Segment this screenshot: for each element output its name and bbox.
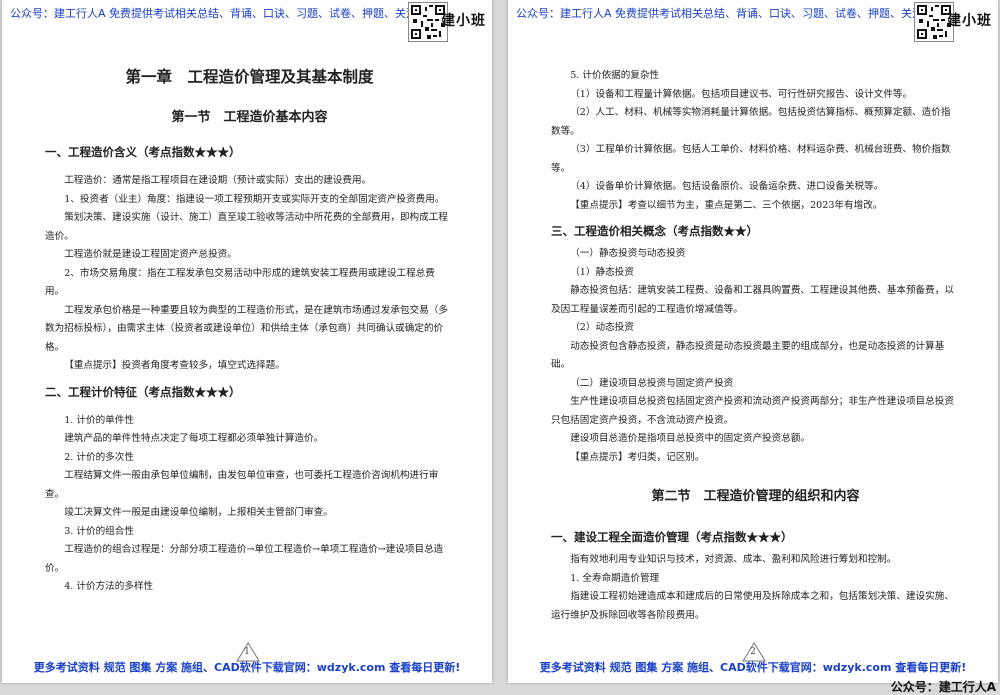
paragraph: 建筑产品的单件性特点决定了每项工程都必须单独计算造价。	[64, 433, 324, 444]
paragraph: 竣工决算文件一般是由建设单位编制，上报相关主管部门审查。	[64, 507, 333, 518]
key-tip: 【重点提示】考归类，记区别。	[570, 451, 705, 463]
heading-related-concepts: 三、工程造价相关概念（考点指数★★）	[551, 224, 758, 238]
list-item: 3. 计价的组合性	[64, 525, 134, 537]
list-item: 4. 计价方法的多样性	[64, 581, 154, 592]
page-footer-text: 更多考试资料 规范 图集 方案 施组、CAD软件下载官网：wdzyk.com 查…	[539, 661, 967, 674]
page-2-body: 5. 计价依据的复杂性 （1）设备和工程量计算依据。包括项目建议书、可行性研究报…	[551, 67, 960, 625]
list-item: 2. 计价的多次性	[64, 451, 134, 463]
heading-full-cost-management: 一、建设工程全面造价管理（考点指数★★★）	[551, 530, 793, 544]
corner-watermark: 公众号：建工行人A	[890, 680, 996, 694]
paragraph: 建设项目总造价是指项目总投资中的固定资产投资总额。	[570, 433, 811, 444]
chapter-title: 第一章 工程造价管理及其基本制度	[125, 67, 374, 86]
page-footer-text: 更多考试资料 规范 图集 方案 施组、CAD软件下载官网：wdzyk.com 查…	[33, 661, 461, 674]
paragraph: （1）设备和工程量计算依据。包括项目建议书、可行性研究报告、设计文件等。	[570, 88, 913, 100]
subheading: （二）建设项目总投资与固定资产投资	[570, 377, 734, 389]
page-1-body: 第一章 工程造价管理及其基本制度 第一节 工程造价基本内容 一、工程造价含义（考…	[45, 66, 454, 597]
paragraph: 工程造价的组合过程是：分部分项工程造价→单位工程造价→单项工程造价→建设项目总造…	[45, 544, 444, 574]
paragraph: 2、市场交易角度：指在工程发承包交易活动中形成的建筑安装工程费用或建设工程总费用…	[45, 267, 435, 298]
paragraph: 指建设工程初始建造成本和建成后的日常使用及拆除成本之和，包括策划决策、建设实施、…	[551, 591, 954, 621]
page-number: 2	[742, 642, 767, 662]
paragraph: （2）人工、材料、机械等实物消耗量计算依据。包括投资估算指标、概预算定额、造价指…	[551, 107, 951, 137]
page-number: 1	[236, 642, 261, 662]
page-header-text: 公众号：建工行人A 免费提供考试相关总结、背诵、口诀、习题、试卷、押题、关注即	[10, 7, 429, 20]
document-page-2: 公众号：建工行人A 免费提供考试相关总结、背诵、口诀、习题、试卷、押题、关注即 …	[508, 0, 998, 683]
paragraph: 策划决策、建设实施（设计、施工）直至竣工验收等活动中所花费的全部费用，即构成工程…	[45, 212, 448, 242]
key-tip: 【重点提示】投资者角度考查较多，填空式选择题。	[64, 360, 285, 371]
list-item: 1. 全寿命期造价管理	[570, 572, 660, 584]
paragraph: 工程造价就是建设工程固定资产总投资。	[64, 249, 237, 260]
paragraph: 动态投资包含静态投资，静态投资是动态投资最主要的组成部分，也是动态投资的计算基础…	[551, 340, 945, 371]
paragraph: （3）工程单价计算依据。包括人工单价、材料价格、材料运杂费、机械台班费、物价指数…	[551, 144, 951, 174]
paragraph: 工程发承包价格是一种重要且较为典型的工程造价形式，是在建筑市场通过发承包交易（多…	[45, 304, 448, 353]
paragraph: 生产性建设项目总投资包括固定资产投资和流动资产投资两部分；非生产性建设项目总投资…	[551, 396, 954, 426]
key-tip: 【重点提示】考查以细节为主，重点是第二、三个依据，2023年有增改。	[570, 199, 883, 211]
list-item: 5. 计价依据的复杂性	[570, 70, 660, 81]
brand-logo: 建小班	[441, 13, 486, 29]
subheading: （2）动态投资	[570, 322, 634, 333]
paragraph: 1、投资者（业主）角度：指建设一项工程预期开支或实际开支的全部固定资产投资费用。	[64, 193, 445, 205]
subheading: （一）静态投资与动态投资	[570, 248, 686, 259]
list-item: 1. 计价的单件性	[64, 414, 134, 426]
brand-logo: 建小班	[947, 13, 992, 29]
paragraph: 工程结算文件一般由承包单位编制，由发包单位审查，也可委托工程造价咨询机构进行审查…	[45, 470, 439, 500]
page-header-text: 公众号：建工行人A 免费提供考试相关总结、背诵、口诀、习题、试卷、押题、关注即	[516, 7, 935, 20]
subheading: （1）静态投资	[570, 266, 634, 278]
paragraph: 工程造价：通常是指工程项目在建设期（预计或实际）支出的建设费用。	[64, 175, 372, 186]
paragraph: 指有效地利用专业知识与技术，对资源、成本、盈利和风险进行筹划和控制。	[570, 554, 897, 565]
heading-cost-definition: 一、工程造价含义（考点指数★★★）	[45, 145, 241, 159]
paragraph: 静态投资包括：建筑安装工程费、设备和工器具购置费、工程建设其他费、基本预备费，以…	[551, 285, 954, 315]
heading-pricing-features: 二、工程计价特征（考点指数★★★）	[45, 384, 241, 399]
document-page-1: 公众号：建工行人A 免费提供考试相关总结、背诵、口诀、习题、试卷、押题、关注即 …	[2, 0, 492, 683]
section-title: 第一节 工程造价基本内容	[171, 110, 328, 125]
paragraph: （4）设备单价计算依据。包括设备原价、设备运杂费、进口设备关税等。	[570, 181, 884, 192]
section-title: 第二节 工程造价管理的组织和内容	[651, 489, 860, 504]
